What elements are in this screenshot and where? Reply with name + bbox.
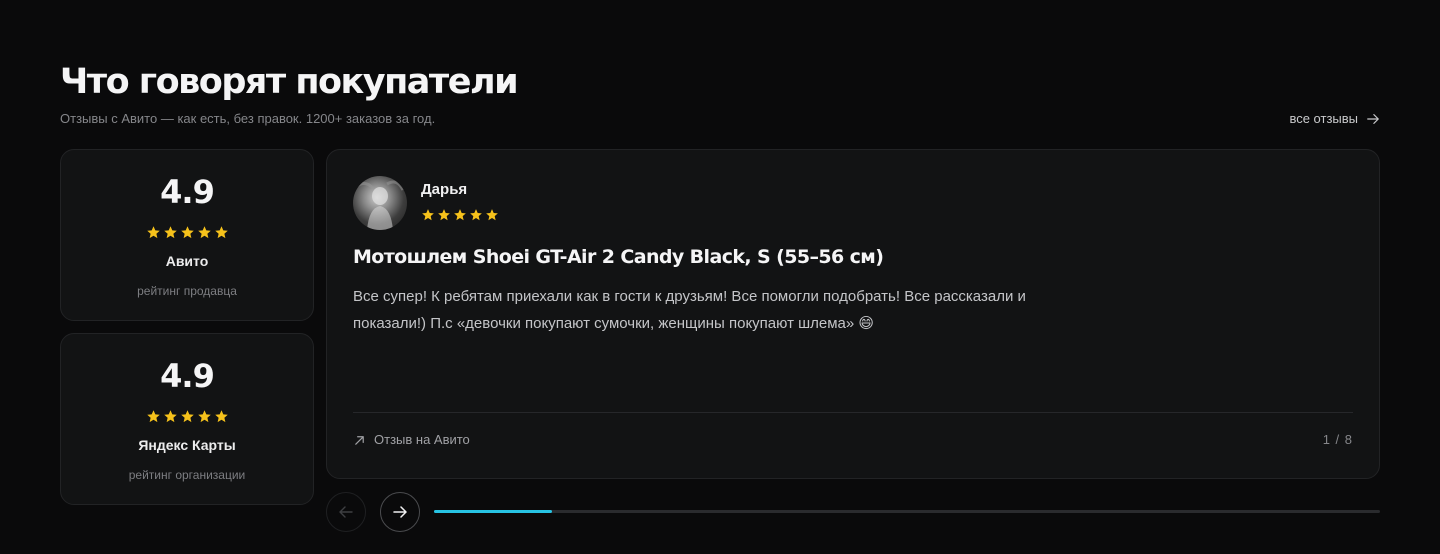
star-icon (470, 209, 482, 221)
rating-card-avito: 4.9 Авито рейтинг продавца (60, 149, 314, 321)
star-icon (486, 209, 498, 221)
star-icon (180, 410, 194, 423)
all-reviews-label: все отзывы (1289, 111, 1358, 126)
section-title: Что говорят покупатели (60, 62, 519, 102)
rating-caption: рейтинг продавца (137, 284, 237, 298)
star-icon (146, 410, 160, 423)
star-icon (163, 410, 177, 423)
star-icon (163, 226, 177, 239)
rating-source: Авито (165, 253, 209, 269)
star-icon (180, 226, 194, 239)
next-button[interactable] (380, 492, 420, 532)
star-icon (197, 410, 211, 423)
rating-score: 4.9 (160, 173, 215, 211)
avatar (353, 176, 407, 230)
review-card: Дарья Мотошлем Shoei GT-Air 2 Candy Blac… (326, 149, 1380, 479)
star-icon (422, 209, 434, 221)
prev-button[interactable] (326, 492, 366, 532)
all-reviews-link[interactable]: все отзывы (1289, 109, 1380, 129)
rating-source: Яндекс Карты (138, 437, 236, 453)
rating-caption: рейтинг организации (128, 468, 246, 482)
review-counter: 1 / 8 (1322, 432, 1353, 447)
star-icon (214, 410, 228, 423)
rating-card-yandex: 4.9 Яндекс Карты рейтинг организации (60, 333, 314, 505)
arrow-right-icon (393, 506, 407, 518)
star-icon (438, 209, 450, 221)
arrow-left-icon (339, 506, 353, 518)
arrow-right-icon (1367, 114, 1379, 124)
rating-score: 4.9 (160, 357, 215, 395)
review-source-label: Отзыв на Авито (374, 432, 470, 447)
star-icon (146, 226, 160, 239)
review-stars (421, 208, 499, 222)
review-product: Мотошлем Shoei GT-Air 2 Candy Black, S (… (353, 246, 884, 268)
rating-stars (61, 225, 313, 240)
review-text: Все супер! К ребятам приехали как в гост… (353, 288, 1026, 332)
external-link-icon (355, 435, 364, 445)
slider-progress-fill (434, 510, 553, 513)
rating-stars (61, 409, 313, 424)
review-source-link[interactable]: Отзыв на Авито (353, 431, 470, 449)
review-author: Дарья (421, 181, 468, 198)
divider (353, 412, 1353, 413)
star-icon (214, 226, 228, 239)
star-icon (454, 209, 466, 221)
section-subtitle: Отзывы с Авито — как есть, без правок. 1… (60, 111, 436, 126)
star-icon (197, 226, 211, 239)
slider-progress (434, 510, 1380, 513)
